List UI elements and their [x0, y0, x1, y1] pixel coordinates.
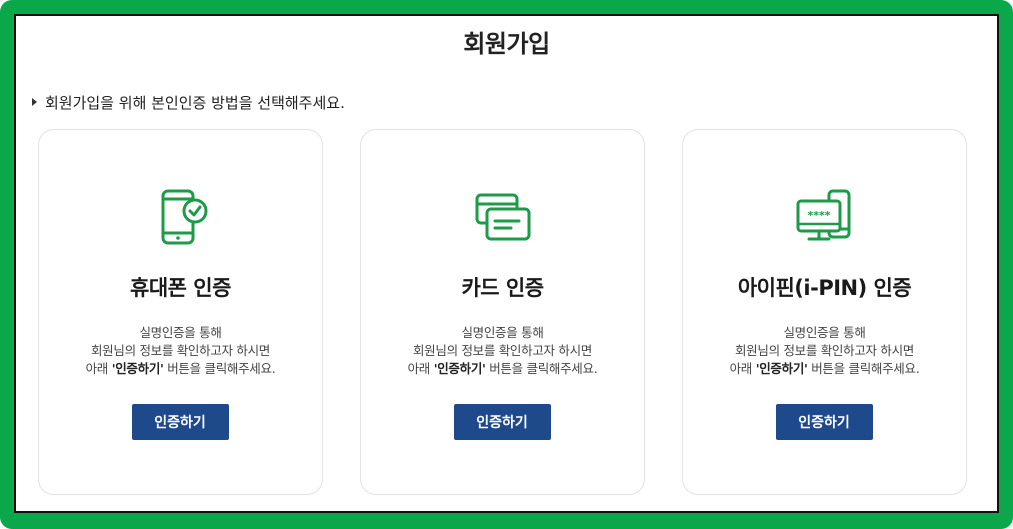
page-frame: 회원가입 회원가입을 위해 본인인증 방법을 선택해주세요. 휴대폰 인증 실명…: [0, 0, 1013, 529]
card-description: 실명인증을 통해 회원님의 정보를 확인하고자 하시면 아래 '인증하기' 버튼…: [361, 324, 644, 378]
card-title: 아이핀(i-PIN) 인증: [737, 276, 912, 300]
desc-line-3-post: 버튼을 클릭해주세요.: [485, 361, 598, 376]
card-title: 카드 인증: [461, 276, 544, 300]
content-panel: 회원가입 회원가입을 위해 본인인증 방법을 선택해주세요. 휴대폰 인증 실명…: [14, 14, 999, 513]
desc-line-2: 회원님의 정보를 확인하고자 하시면: [412, 343, 593, 358]
ipin-monitor-icon: ****: [796, 189, 850, 241]
desc-line-3-post: 버튼을 클릭해주세요.: [163, 361, 276, 376]
guide-text: 회원가입을 위해 본인인증 방법을 선택해주세요.: [45, 94, 345, 112]
mobile-phone-check-icon: [161, 189, 207, 245]
card-auth-button[interactable]: 인증하기: [453, 404, 551, 440]
desc-line-3: 아래 '인증하기' 버튼을 클릭해주세요.: [683, 360, 966, 378]
bullet-arrow-icon: [32, 97, 37, 106]
desc-line-3-bold: '인증하기': [755, 361, 808, 376]
desc-line-1: 실명인증을 통해: [461, 325, 544, 340]
ipin-auth-button[interactable]: 인증하기: [775, 404, 873, 440]
card-title: 휴대폰 인증: [130, 276, 231, 300]
desc-line-3: 아래 '인증하기' 버튼을 클릭해주세요.: [361, 360, 644, 378]
desc-line-3-post: 버튼을 클릭해주세요.: [807, 361, 920, 376]
desc-line-3-bold: '인증하기': [433, 361, 486, 376]
desc-line-2: 회원님의 정보를 확인하고자 하시면: [90, 343, 271, 358]
desc-line-3: 아래 '인증하기' 버튼을 클릭해주세요.: [39, 360, 322, 378]
desc-line-3-pre: 아래: [407, 361, 434, 376]
desc-line-3-pre: 아래: [729, 361, 756, 376]
desc-line-1: 실명인증을 통해: [783, 325, 866, 340]
ipin-password-mask: ****: [807, 209, 830, 222]
card-auth-card: 카드 인증 실명인증을 통해 회원님의 정보를 확인하고자 하시면 아래 '인증…: [360, 129, 645, 495]
desc-line-1: 실명인증을 통해: [139, 325, 222, 340]
guide-text-row: 회원가입을 위해 본인인증 방법을 선택해주세요.: [32, 92, 345, 113]
phone-auth-card: 휴대폰 인증 실명인증을 통해 회원님의 정보를 확인하고자 하시면 아래 '인…: [38, 129, 323, 495]
credit-card-icon: [475, 193, 530, 241]
desc-line-3-pre: 아래: [85, 361, 112, 376]
phone-auth-button[interactable]: 인증하기: [131, 404, 229, 440]
page-title: 회원가입: [463, 30, 550, 58]
card-description: 실명인증을 통해 회원님의 정보를 확인하고자 하시면 아래 '인증하기' 버튼…: [39, 324, 322, 378]
ipin-auth-card: **** 아이핀(i-PIN) 인증 실명인증을 통해 회원님의 정보를 확인하…: [682, 129, 967, 495]
card-description: 실명인증을 통해 회원님의 정보를 확인하고자 하시면 아래 '인증하기' 버튼…: [683, 324, 966, 378]
desc-line-2: 회원님의 정보를 확인하고자 하시면: [734, 343, 915, 358]
desc-line-3-bold: '인증하기': [111, 361, 164, 376]
